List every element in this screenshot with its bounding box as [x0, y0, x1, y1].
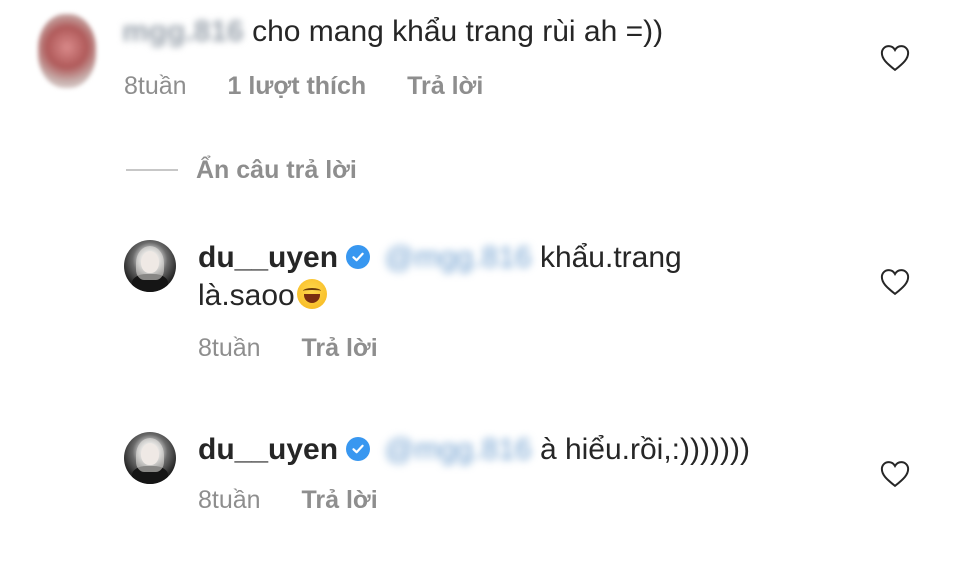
- reply-text-1: khẩu.trang: [539, 241, 682, 274]
- reply-avatar[interactable]: [124, 432, 176, 484]
- reply-meta: 8tuần Trả lời: [198, 334, 412, 363]
- like-heart-icon[interactable]: [880, 460, 910, 488]
- reply-line-1: du__uyen @mgg.816 khẩu.trang: [198, 240, 682, 276]
- comment-time[interactable]: 8tuần: [124, 72, 187, 100]
- divider-dash: [126, 169, 178, 171]
- reply-text-2: là.saoo: [198, 279, 295, 312]
- reply-avatar[interactable]: [124, 240, 176, 292]
- reply-button[interactable]: Trả lời: [302, 486, 378, 514]
- verified-badge-icon: [346, 245, 371, 269]
- reply-button[interactable]: Trả lời: [407, 72, 483, 100]
- verified-badge-icon: [346, 437, 371, 461]
- reply-line-1: du__uyen @mgg.816 à hiểu.rồi,:))))))): [198, 432, 750, 468]
- reply-button[interactable]: Trả lời: [302, 334, 378, 362]
- comment-text: cho mang khẩu trang rùi ah =)): [252, 15, 664, 48]
- hide-replies-label: Ẩn câu trả lời: [196, 155, 357, 184]
- like-heart-icon[interactable]: [880, 268, 910, 296]
- reply-text-1: à hiểu.rồi,:))))))): [539, 433, 750, 466]
- face-with-tears-of-joy-icon: [296, 279, 327, 309]
- reply-username[interactable]: du__uyen: [198, 433, 338, 466]
- comment-likes[interactable]: 1 lượt thích: [228, 72, 367, 100]
- commenter-avatar[interactable]: [38, 14, 96, 88]
- avatar-face: [141, 251, 159, 273]
- commenter-username[interactable]: mgg.816: [122, 14, 244, 50]
- avatar-face: [141, 443, 159, 465]
- reply-meta: 8tuần Trả lời: [198, 486, 412, 515]
- hide-replies-toggle[interactable]: Ẩn câu trả lời: [126, 155, 357, 185]
- reply-mention[interactable]: @mgg.816: [384, 432, 531, 468]
- reply-mention[interactable]: @mgg.816: [384, 240, 531, 276]
- reply-username[interactable]: du__uyen: [198, 241, 338, 274]
- like-heart-icon[interactable]: [880, 44, 910, 72]
- reply-time[interactable]: 8tuần: [198, 334, 261, 362]
- comment-meta: 8tuần 1 lượt thích Trả lời: [124, 72, 517, 101]
- reply-line-2: là.saoo: [198, 278, 327, 314]
- reply-time[interactable]: 8tuần: [198, 486, 261, 514]
- comment-line: mgg.816 cho mang khẩu trang rùi ah =)): [122, 14, 663, 50]
